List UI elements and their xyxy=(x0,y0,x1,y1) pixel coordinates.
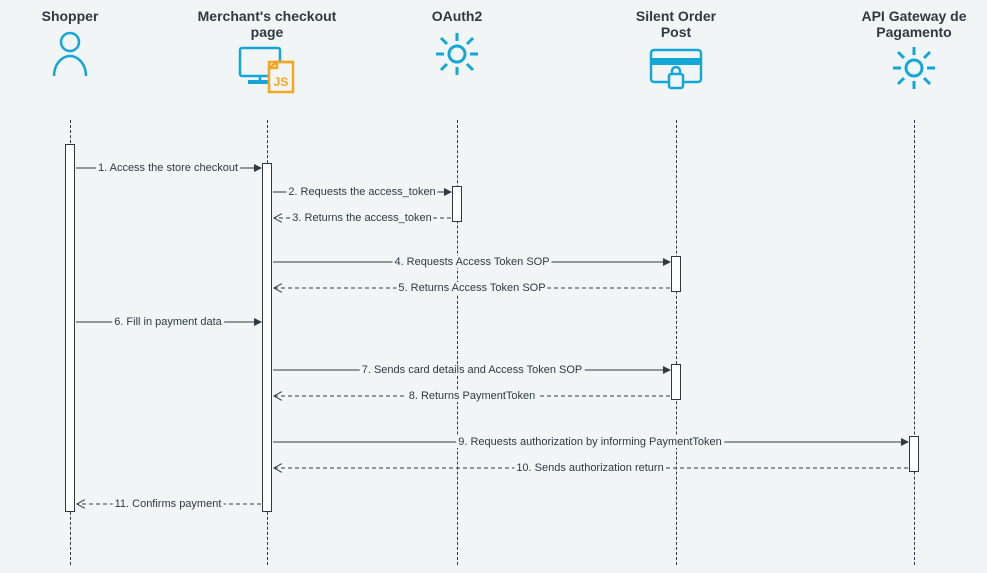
msg-11-label: 11. Confirms payment xyxy=(113,498,224,510)
msg-9-label: 9. Requests authorization by informing P… xyxy=(456,436,724,448)
msg-2-label: 2. Requests the access_token xyxy=(286,186,437,198)
msg-7-label: 7. Sends card details and Access Token S… xyxy=(360,364,585,376)
msg-6-label: 6. Fill in payment data xyxy=(112,316,224,328)
msg-1-label: 1. Access the store checkout xyxy=(96,162,240,174)
msg-4-label: 4. Requests Access Token SOP xyxy=(392,256,551,268)
msg-8-label: 8. Returns PaymentToken xyxy=(407,390,538,402)
msg-10-label: 10. Sends authorization return xyxy=(514,462,665,474)
msg-5-label: 5. Returns Access Token SOP xyxy=(396,282,547,294)
msg-3-label: 3. Returns the access_token xyxy=(290,212,433,224)
